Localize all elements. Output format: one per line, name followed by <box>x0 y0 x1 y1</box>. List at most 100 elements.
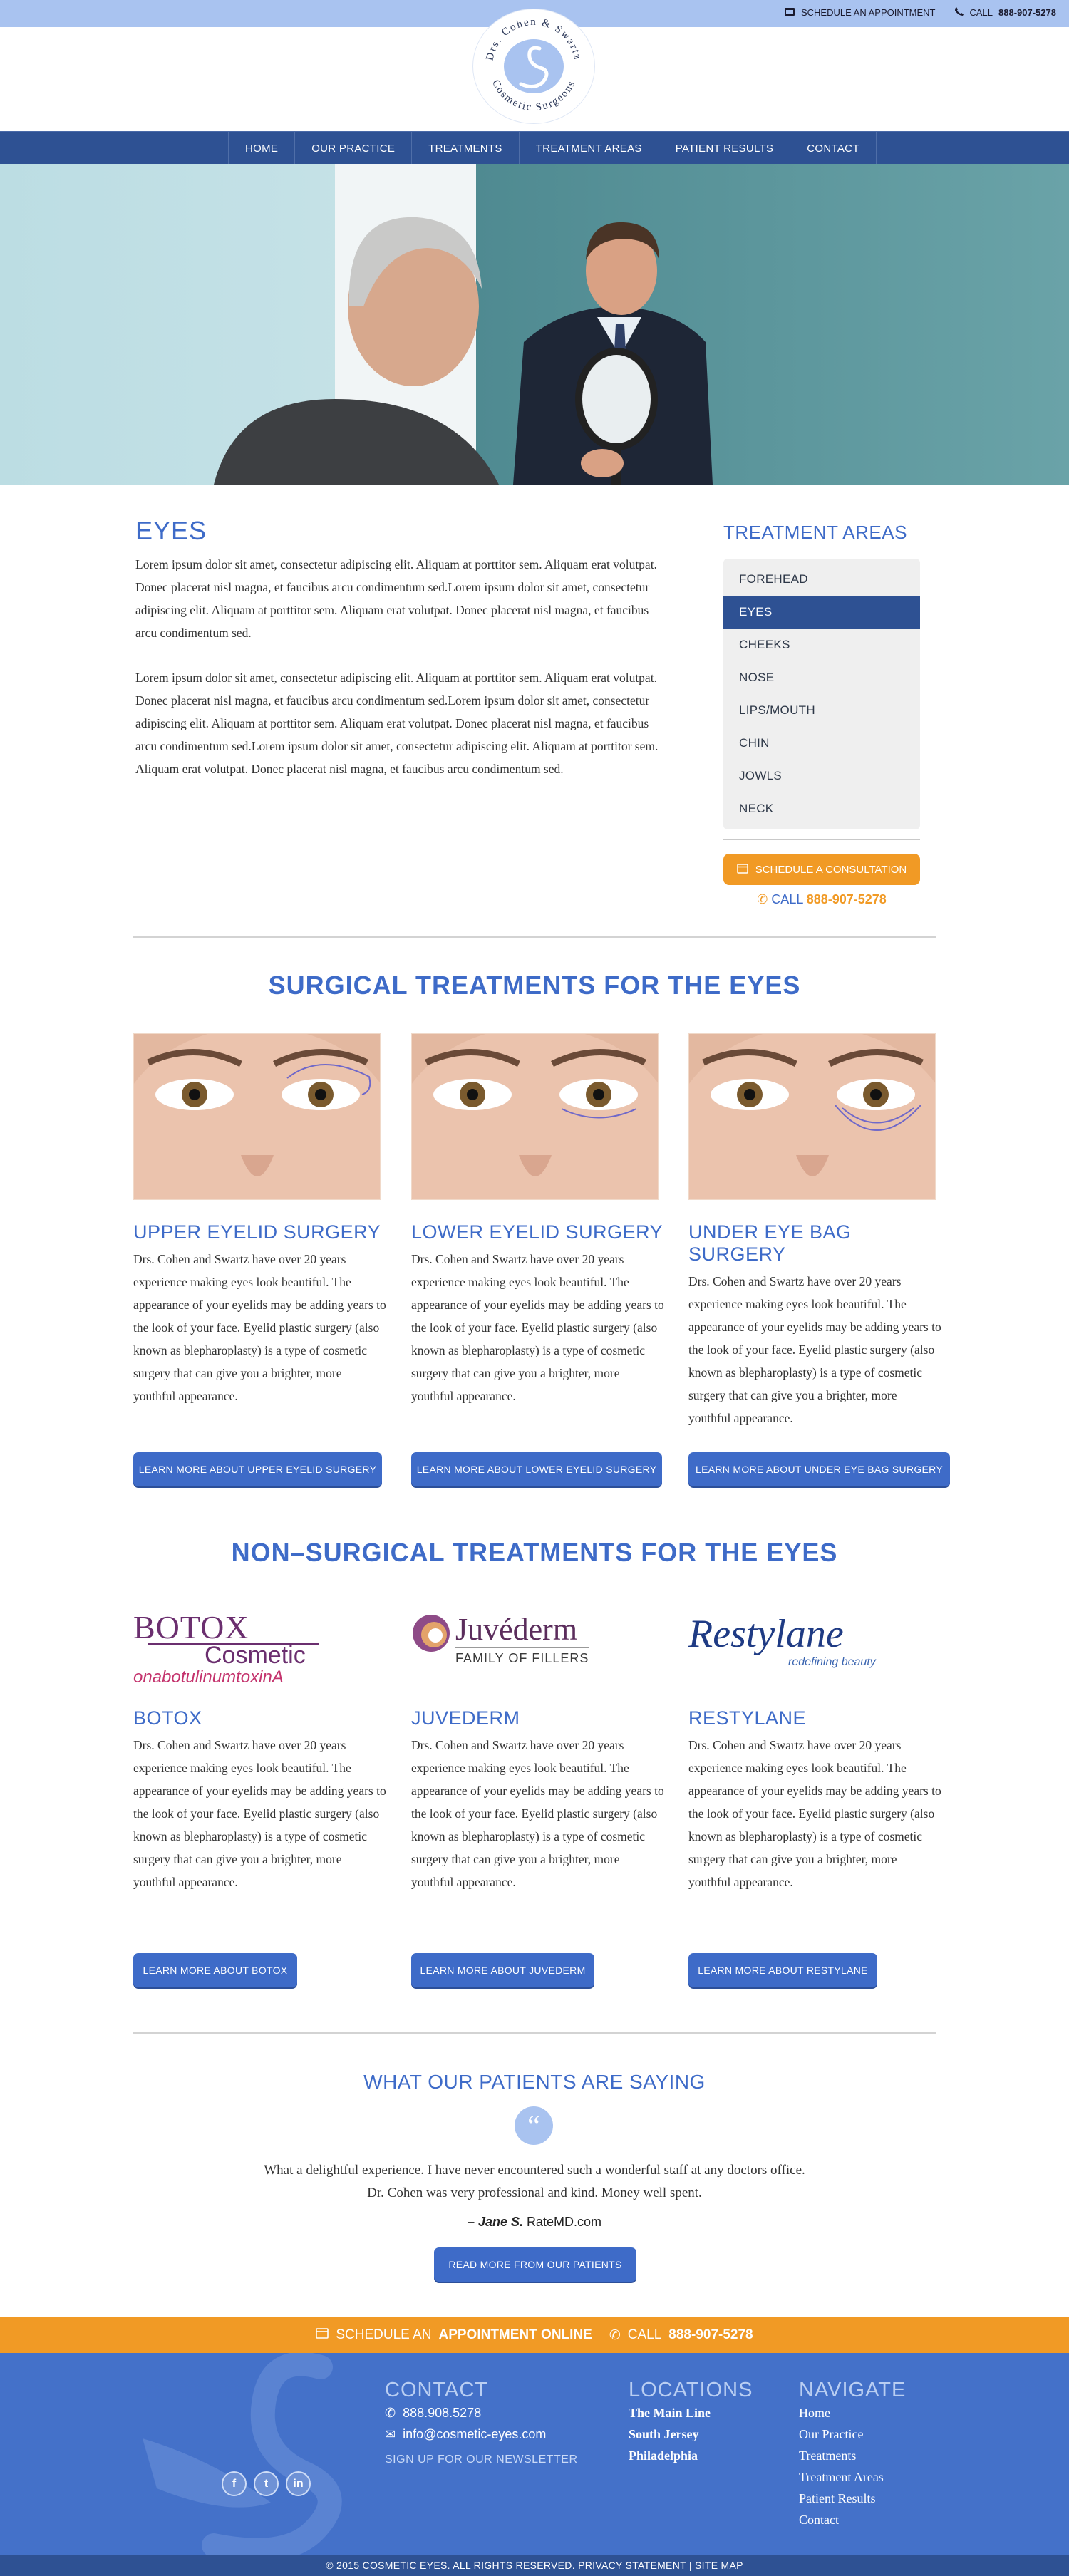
location-link[interactable]: The Main Line <box>629 2402 753 2424</box>
schedule-appointment-link[interactable]: SCHEDULE AN APPOINTMENT <box>784 6 936 19</box>
juvederm-logo: Juvéderm FAMILY OF FILLERS <box>411 1612 664 1696</box>
footer-contact: CONTACT ✆ 888.908.5278 ✉ info@cosmetic-e… <box>385 2379 578 2466</box>
learn-more-under-eye-bag-button[interactable]: LEARN MORE ABOUT UNDER EYE BAG SURGERY <box>688 1452 950 1486</box>
envelope-icon: ✉ <box>385 2427 396 2441</box>
footer-nav-link[interactable]: Contact <box>799 2509 906 2530</box>
twitter-icon[interactable]: t <box>254 2471 279 2496</box>
learn-more-upper-eyelid-button[interactable]: LEARN MORE ABOUT UPPER EYELID SURGERY <box>133 1452 382 1486</box>
section-divider <box>133 936 936 938</box>
sidebar-phone: 888-907-5278 <box>806 892 887 906</box>
calendar-icon <box>736 863 748 876</box>
footer-cta-schedule-prefix: SCHEDULE AN <box>336 2327 432 2342</box>
copyright-bar: © 2015 COSMETIC EYES. ALL RIGHTS RESERVE… <box>0 2555 1069 2576</box>
schedule-consultation-label: SCHEDULE A CONSULTATION <box>755 863 907 876</box>
botox-logo-generic: onabotulinumtoxinA <box>133 1667 284 1687</box>
treatment-card-upper-eyelid: UPPER EYELID SURGERY Drs. Cohen and Swar… <box>133 1033 386 1407</box>
footer-cta-schedule-bold: APPOINTMENT ONLINE <box>438 2327 592 2342</box>
newsletter-signup-link[interactable]: SIGN UP FOR OUR NEWSLETTER <box>385 2453 578 2466</box>
phone-icon: ✆ <box>609 2327 621 2343</box>
schedule-appointment-label: SCHEDULE AN APPOINTMENT <box>800 7 936 18</box>
botox-logo-sub: Cosmetic <box>148 1643 319 1667</box>
phone-icon: ✆ <box>385 2406 396 2420</box>
facebook-icon[interactable]: f <box>222 2471 247 2496</box>
call-prefix: CALL <box>969 7 993 18</box>
social-links: f t in <box>222 2471 311 2496</box>
restylane-logo-name: Restylane <box>688 1612 844 1656</box>
footer-nav-link[interactable]: Patient Results <box>799 2488 906 2509</box>
read-more-patients-button[interactable]: READ MORE FROM OUR PATIENTS <box>434 2247 636 2282</box>
treatment-card-botox: BOTOX Cosmetic onabotulinumtoxinA BOTOX … <box>133 1611 386 1893</box>
page-title: EYES <box>135 516 207 545</box>
juvederm-swirl-icon <box>413 1615 450 1652</box>
treatment-card-juvederm: Juvéderm FAMILY OF FILLERS JUVEDERM Drs.… <box>411 1612 664 1893</box>
learn-more-restylane-button[interactable]: LEARN MORE ABOUT RESTYLANE <box>688 1953 877 1987</box>
footer-nav-link[interactable]: Treatments <box>799 2445 906 2466</box>
hero-image <box>0 164 1069 485</box>
sidebar-item-jowls[interactable]: JOWLS <box>723 760 920 792</box>
footer-nav-link[interactable]: Our Practice <box>799 2424 906 2445</box>
footer-contact-title: CONTACT <box>385 2379 489 2401</box>
sidebar-title: TREATMENT AREAS <box>723 522 907 543</box>
card-title: RESTYLANE <box>688 1707 807 1729</box>
sidebar-item-lips-mouth[interactable]: LIPS/MOUTH <box>723 694 920 727</box>
footer-nav-link[interactable]: Home <box>799 2402 906 2424</box>
card-title: UPPER EYELID SURGERY <box>133 1221 381 1243</box>
footer-cta-bar[interactable]: SCHEDULE AN APPOINTMENT ONLINE ✆ CALL 88… <box>0 2317 1069 2353</box>
location-link[interactable]: Philadelphia <box>629 2445 753 2466</box>
card-title: BOTOX <box>133 1707 202 1729</box>
phone-icon: ✆ <box>757 892 768 906</box>
learn-more-botox-button[interactable]: LEARN MORE ABOUT BOTOX <box>133 1953 297 1987</box>
sidebar-call-prefix: CALL <box>771 892 803 906</box>
call-link[interactable]: CALL 888-907-5278 <box>954 6 1056 19</box>
main-nav: HOME OUR PRACTICE TREATMENTS TREATMENT A… <box>0 131 1069 165</box>
footer-locations-title: LOCATIONS <box>629 2379 753 2401</box>
upper-eyelid-image <box>133 1033 381 1200</box>
calendar-icon <box>316 2327 329 2343</box>
topbar-phone: 888-907-5278 <box>998 7 1056 18</box>
card-title: UNDER EYE BAG SURGERY <box>688 1221 852 1265</box>
card-text: Drs. Cohen and Swartz have over 20 years… <box>411 1738 664 1889</box>
site-logo[interactable]: Drs. Cohen & Swartz Cosmetic Surgeons <box>472 9 595 124</box>
sidebar-divider <box>723 839 920 840</box>
testimonial-author: – Jane S. <box>467 2215 523 2229</box>
sidebar-item-nose[interactable]: NOSE <box>723 661 920 694</box>
section-divider <box>133 2032 936 2034</box>
sidebar-call[interactable]: ✆ CALL 888-907-5278 <box>723 892 920 907</box>
footer-nav-link[interactable]: Treatment Areas <box>799 2466 906 2488</box>
nav-item-treatment-areas[interactable]: TREATMENT AREAS <box>518 132 659 165</box>
juvederm-logo-name: Juvéderm <box>455 1612 578 1647</box>
testimonial-source: RateMD.com <box>527 2215 602 2229</box>
nav-item-patient-results[interactable]: PATIENT RESULTS <box>658 132 790 165</box>
nav-item-contact[interactable]: CONTACT <box>790 132 877 165</box>
testimonials-title: WHAT OUR PATIENTS ARE SAYING <box>363 2071 706 2093</box>
swan-watermark-icon <box>143 2353 342 2555</box>
sidebar-item-chin[interactable]: CHIN <box>723 727 920 760</box>
nonsurgical-section-title: NON–SURGICAL TREATMENTS FOR THE EYES <box>231 1538 838 1567</box>
location-link[interactable]: South Jersey <box>629 2424 753 2445</box>
sidebar-item-neck[interactable]: NECK <box>723 792 920 825</box>
footer-phone[interactable]: ✆ 888.908.5278 <box>385 2402 578 2424</box>
learn-more-juvederm-button[interactable]: LEARN MORE ABOUT JUVEDERM <box>411 1953 594 1987</box>
treatment-areas-list: FOREHEAD EYES CHEEKS NOSE LIPS/MOUTH CHI… <box>723 559 920 829</box>
quote-icon: “ <box>515 2106 553 2145</box>
schedule-consultation-button[interactable]: SCHEDULE A CONSULTATION <box>723 854 920 885</box>
nav-item-treatments[interactable]: TREATMENTS <box>411 132 519 165</box>
linkedin-icon[interactable]: in <box>286 2471 311 2496</box>
nav-item-home[interactable]: HOME <box>228 132 294 165</box>
card-text: Drs. Cohen and Swartz have over 20 years… <box>411 1252 664 1403</box>
card-text: Drs. Cohen and Swartz have over 20 years… <box>688 1274 941 1425</box>
testimonial-attribution: – Jane S. RateMD.com <box>0 2215 1069 2230</box>
sidebar-item-cheeks[interactable]: CHEEKS <box>723 629 920 661</box>
botox-logo: BOTOX Cosmetic onabotulinumtoxinA <box>133 1611 386 1696</box>
sidebar-item-forehead[interactable]: FOREHEAD <box>723 563 920 596</box>
sidebar-item-eyes[interactable]: EYES <box>723 596 920 629</box>
card-title: JUVEDERM <box>411 1707 520 1729</box>
card-text: Drs. Cohen and Swartz have over 20 years… <box>133 1252 386 1403</box>
nav-item-our-practice[interactable]: OUR PRACTICE <box>294 132 411 165</box>
intro-text: Lorem ipsum dolor sit amet, consectetur … <box>135 553 670 802</box>
footer-email[interactable]: ✉ info@cosmetic-eyes.com <box>385 2424 578 2445</box>
surgical-section-title: SURGICAL TREATMENTS FOR THE EYES <box>268 971 801 1000</box>
intro-paragraph: Lorem ipsum dolor sit amet, consectetur … <box>135 671 659 776</box>
learn-more-lower-eyelid-button[interactable]: LEARN MORE ABOUT LOWER EYELID SURGERY <box>411 1452 662 1486</box>
swan-logo-icon: Drs. Cohen & Swartz Cosmetic Surgeons <box>484 16 582 113</box>
